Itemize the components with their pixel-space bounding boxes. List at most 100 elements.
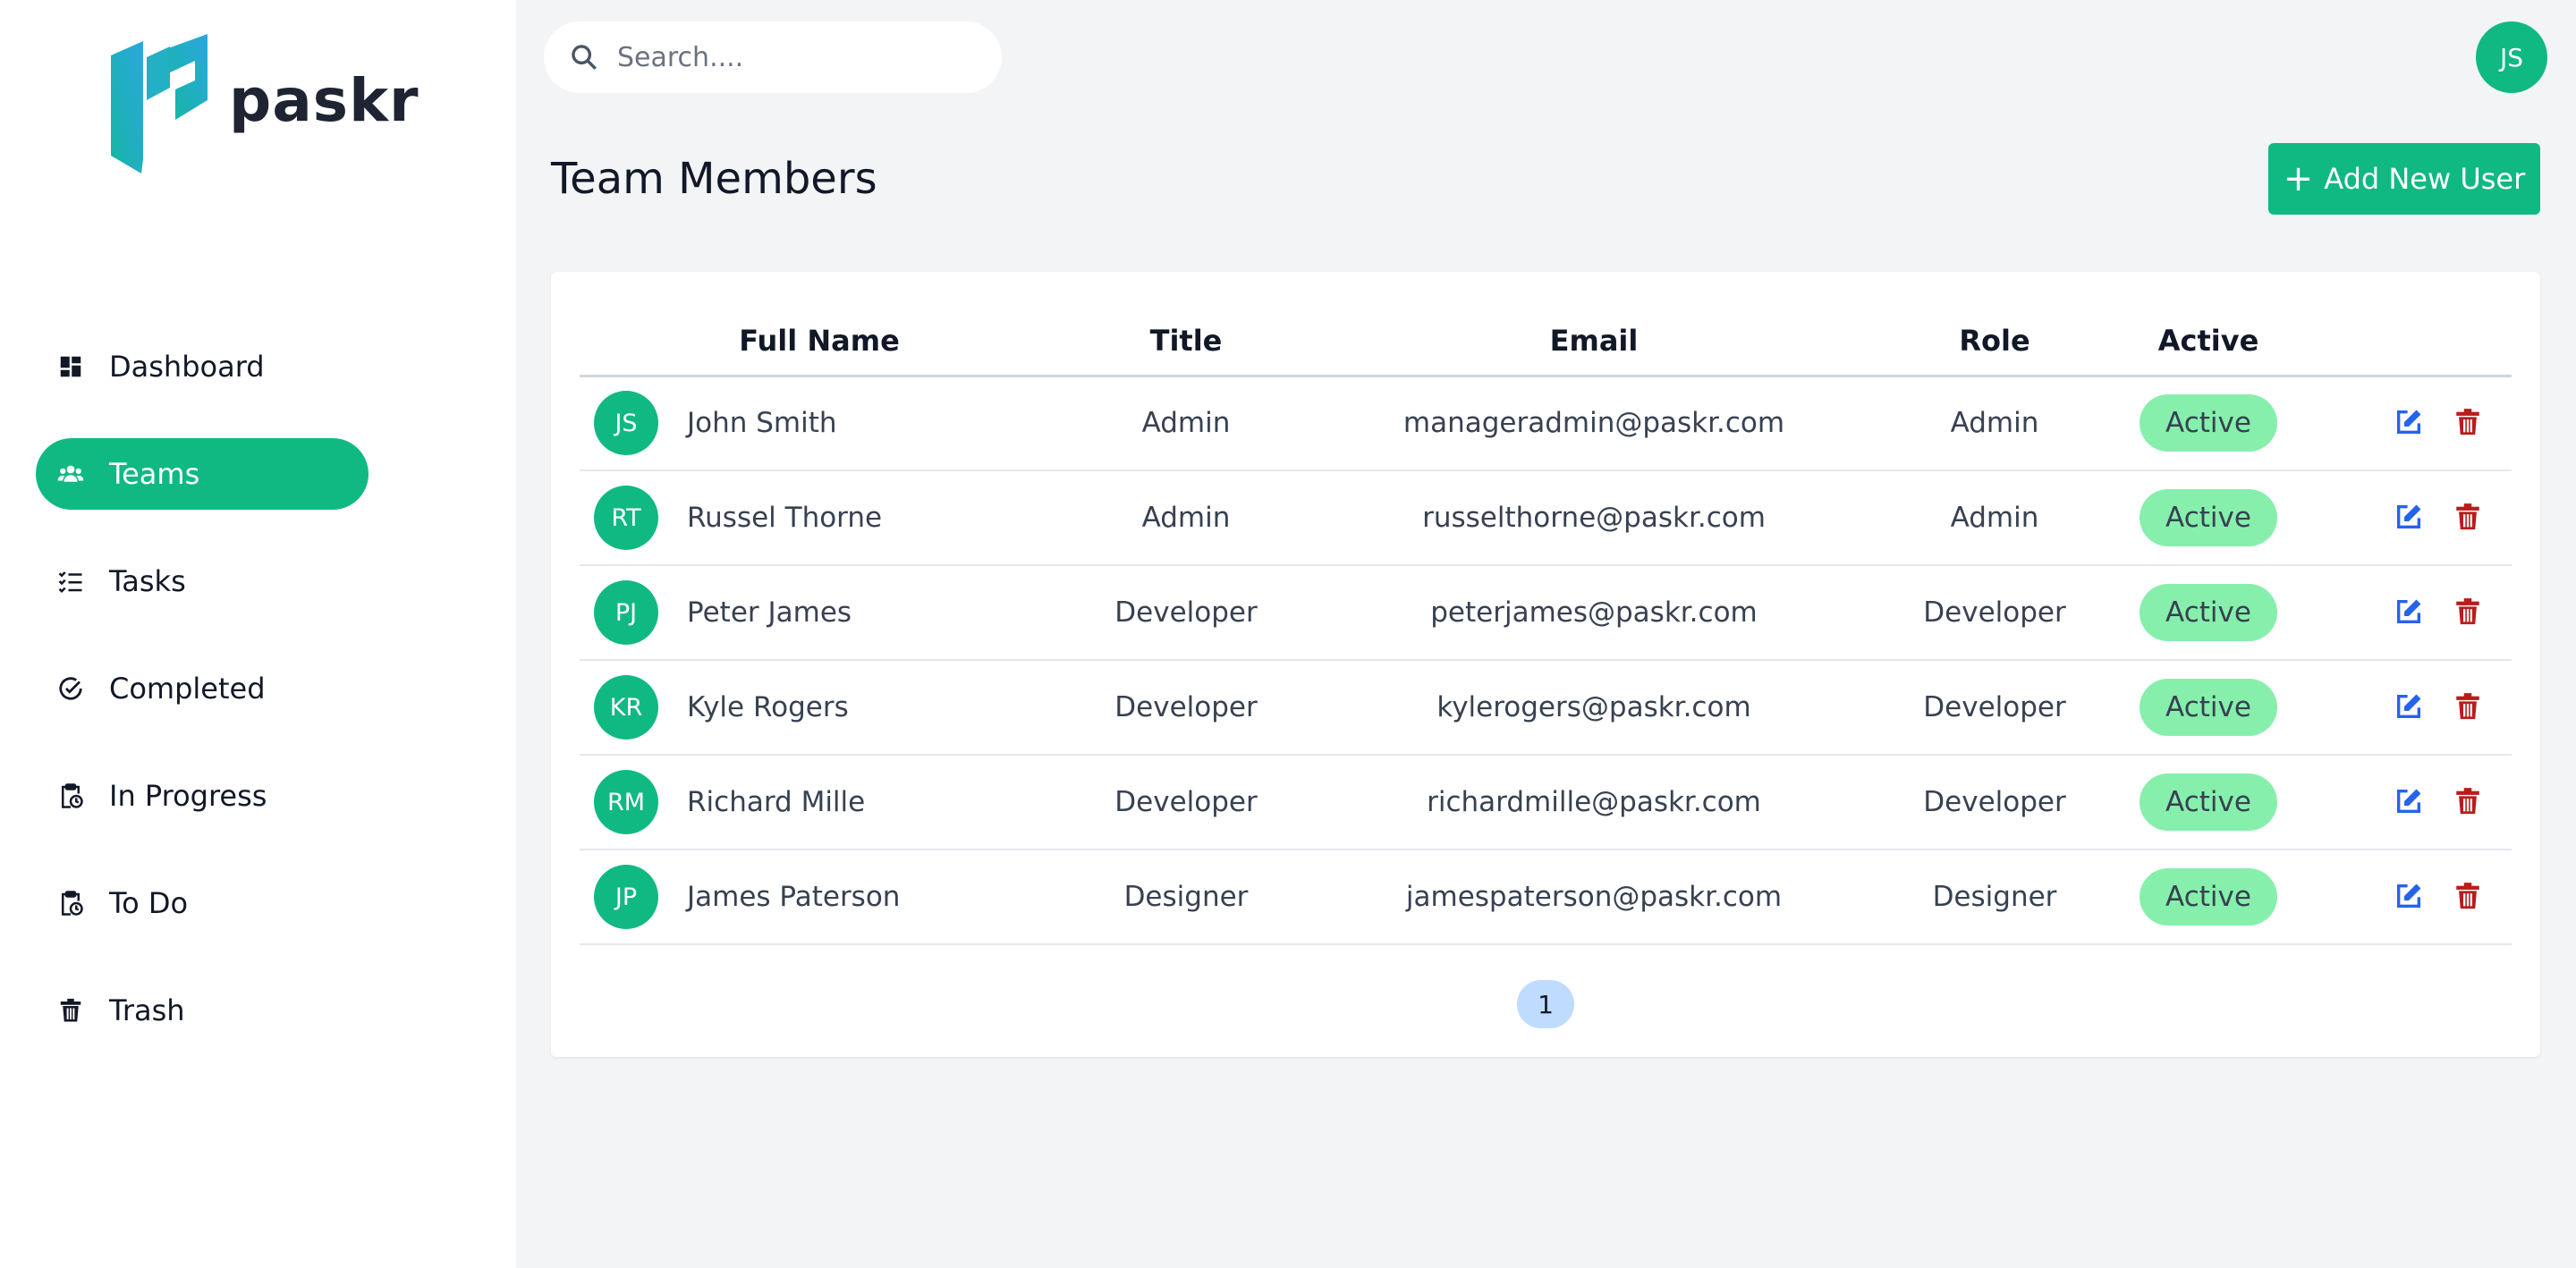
sidebar-item-in-progress[interactable]: In Progress (36, 760, 369, 832)
full-name: James Paterson (687, 881, 901, 913)
avatar: JS (594, 391, 658, 456)
sidebar-item-tasks[interactable]: Tasks (36, 545, 369, 617)
column-header-full-name[interactable]: Full Name (580, 308, 1059, 377)
team-members-card: Full Name Title Email Role Active JS John… (551, 272, 2540, 1057)
search-icon (572, 45, 597, 70)
table-row: RT Russel Thorne Admin russelthorne@paskr… (580, 470, 2512, 566)
email-cell: peterjames@paskr.com (1313, 565, 1875, 661)
edit-icon[interactable] (2394, 502, 2426, 534)
sidebar-item-label: To Do (109, 886, 189, 920)
clipboard-clock-icon (55, 781, 86, 811)
active-cell: Active (2114, 660, 2302, 756)
email-cell: richardmille@paskr.com (1313, 755, 1875, 850)
sidebar-item-dashboard[interactable]: Dashboard (36, 331, 369, 402)
role-cell: Developer (1875, 660, 2114, 756)
page-title: Team Members (551, 154, 877, 204)
avatar: KR (594, 675, 658, 740)
role-cell: Developer (1875, 565, 2114, 661)
full-name: Kyle Rogers (687, 691, 849, 723)
table-row: KR Kyle Rogers Developer kylerogers@paskr… (580, 660, 2512, 756)
full-name: Russel Thorne (687, 502, 883, 534)
status-badge: Active (2140, 394, 2277, 452)
sidebar-item-trash[interactable]: Trash (36, 975, 369, 1046)
table-row: RM Richard Mille Developer richardmille@p… (580, 755, 2512, 850)
team-members-table: Full Name Title Email Role Active JS John… (580, 308, 2512, 945)
column-header-active[interactable]: Active (2114, 308, 2302, 377)
delete-icon[interactable] (2453, 786, 2485, 818)
role-cell: Designer (1875, 850, 2114, 945)
active-cell: Active (2114, 376, 2302, 471)
check-circle-icon (55, 673, 86, 704)
column-header-email[interactable]: Email (1313, 308, 1875, 377)
edit-icon[interactable] (2394, 691, 2426, 723)
sidebar-item-label: Completed (109, 672, 266, 706)
email-cell: russelthorne@paskr.com (1313, 470, 1875, 566)
paskr-logo-icon (111, 34, 208, 173)
sidebar: paskr Dashboard Teams Tasks Completed In… (0, 0, 516, 1268)
active-cell: Active (2114, 755, 2302, 850)
actions-cell (2302, 376, 2512, 471)
column-header-title[interactable]: Title (1059, 308, 1313, 377)
name-cell: RT Russel Thorne (580, 470, 1059, 566)
dashboard-icon (55, 351, 86, 382)
full-name: John Smith (687, 407, 837, 440)
table-row: JP James Paterson Designer jamespaterson@… (580, 850, 2512, 945)
delete-icon[interactable] (2453, 407, 2485, 439)
search-input[interactable] (617, 41, 957, 73)
add-new-user-label: Add New User (2324, 162, 2526, 196)
sidebar-item-label: In Progress (109, 779, 267, 813)
name-cell: PJ Peter James (580, 565, 1059, 661)
sidebar-item-completed[interactable]: Completed (36, 653, 369, 724)
delete-icon[interactable] (2453, 502, 2485, 534)
sidebar-item-to-do[interactable]: To Do (36, 867, 369, 939)
user-avatar[interactable]: JS (2476, 21, 2547, 93)
actions-cell (2302, 660, 2512, 756)
sidebar-item-label: Teams (109, 457, 200, 491)
sidebar-item-label: Trash (109, 993, 185, 1027)
delete-icon[interactable] (2453, 881, 2485, 913)
edit-icon[interactable] (2394, 786, 2426, 818)
sidebar-nav: Dashboard Teams Tasks Completed In Progr… (36, 331, 369, 1082)
role-cell: Admin (1875, 470, 2114, 566)
name-cell: JS John Smith (580, 376, 1059, 471)
title-cell: Developer (1059, 565, 1313, 661)
search-bar[interactable] (544, 21, 1002, 93)
role-cell: Admin (1875, 376, 2114, 471)
status-badge: Active (2140, 679, 2277, 736)
edit-icon[interactable] (2394, 881, 2426, 913)
actions-cell (2302, 850, 2512, 945)
title-cell: Admin (1059, 470, 1313, 566)
active-cell: Active (2114, 565, 2302, 661)
edit-icon[interactable] (2394, 596, 2426, 629)
title-cell: Admin (1059, 376, 1313, 471)
delete-icon[interactable] (2453, 596, 2485, 629)
pagination-page-1[interactable]: 1 (1517, 980, 1574, 1028)
avatar: JP (594, 865, 658, 929)
title-cell: Designer (1059, 850, 1313, 945)
status-badge: Active (2140, 868, 2277, 926)
full-name: Richard Mille (687, 786, 866, 818)
sidebar-item-label: Tasks (109, 564, 186, 598)
sidebar-item-teams[interactable]: Teams (36, 438, 369, 510)
logo[interactable]: paskr (111, 34, 419, 173)
delete-icon[interactable] (2453, 691, 2485, 723)
users-icon (55, 459, 86, 489)
task-list-icon (55, 566, 86, 596)
brand-name: paskr (229, 65, 419, 135)
status-badge: Active (2140, 584, 2277, 641)
name-cell: RM Richard Mille (580, 755, 1059, 850)
email-cell: manageradmin@paskr.com (1313, 376, 1875, 471)
avatar: PJ (594, 580, 658, 645)
actions-cell (2302, 565, 2512, 661)
email-cell: kylerogers@paskr.com (1313, 660, 1875, 756)
add-new-user-button[interactable]: + Add New User (2268, 143, 2540, 215)
role-cell: Developer (1875, 755, 2114, 850)
table-row: JS John Smith Admin manageradmin@paskr.co… (580, 376, 2512, 471)
edit-icon[interactable] (2394, 407, 2426, 439)
email-cell: jamespaterson@paskr.com (1313, 850, 1875, 945)
table-row: PJ Peter James Developer peterjames@paskr… (580, 565, 2512, 661)
title-cell: Developer (1059, 755, 1313, 850)
full-name: Peter James (687, 596, 852, 629)
column-header-role[interactable]: Role (1875, 308, 2114, 377)
plus-icon: + (2283, 158, 2314, 199)
